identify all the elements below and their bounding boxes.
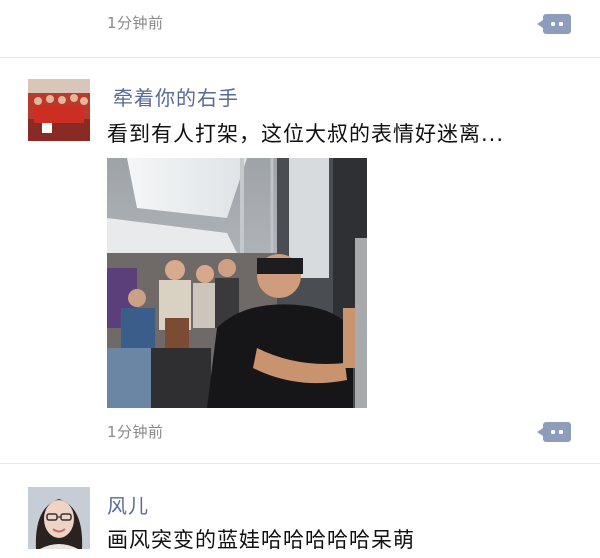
- post-text: 看到有人打架，这位大叔的表情好迷离...: [107, 122, 505, 146]
- comment-bubble-icon[interactable]: [537, 14, 571, 34]
- divider: [0, 463, 600, 464]
- avatar[interactable]: [28, 487, 90, 549]
- comment-bubble-icon[interactable]: [537, 422, 571, 442]
- avatar[interactable]: [28, 79, 90, 141]
- post-photo[interactable]: [107, 158, 367, 408]
- username[interactable]: 牵着你的右手: [113, 82, 239, 111]
- post-text: 画风突变的蓝娃哈哈哈哈哈呆萌: [107, 528, 415, 552]
- post-time: 1分钟前: [107, 423, 164, 441]
- divider: [0, 57, 600, 58]
- username[interactable]: 风儿: [107, 490, 149, 519]
- post-time: 1分钟前: [107, 14, 164, 32]
